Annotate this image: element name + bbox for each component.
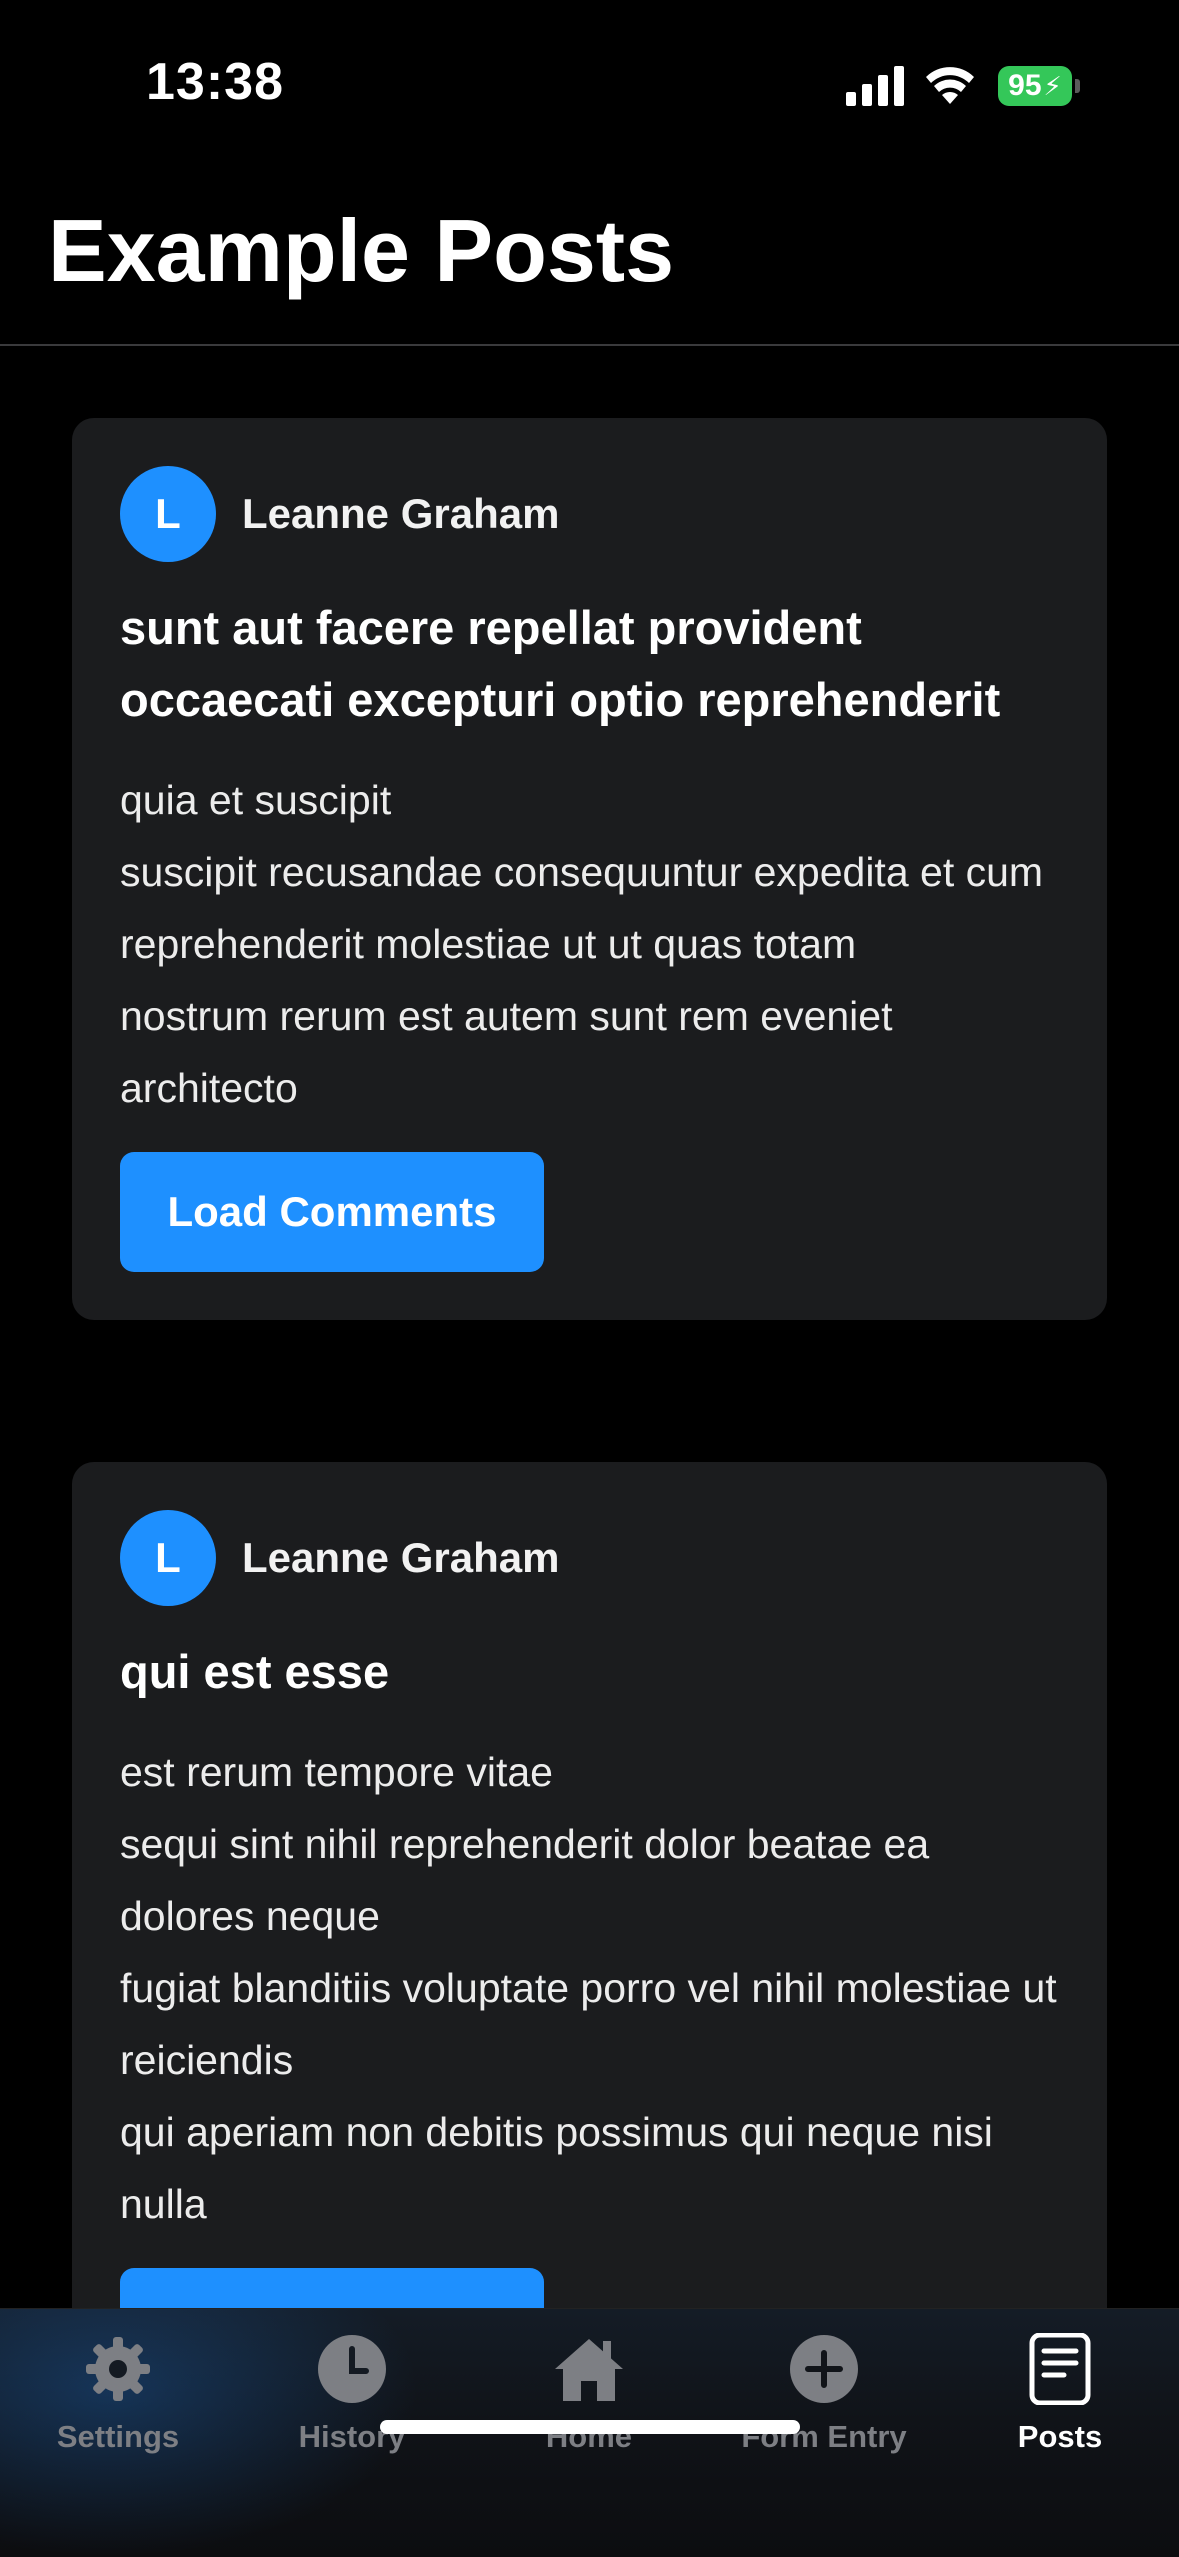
avatar: L <box>120 466 216 562</box>
house-icon <box>553 2333 625 2405</box>
battery-body: 95 ⚡ <box>998 66 1072 106</box>
post-card: L Leanne Graham sunt aut facere repellat… <box>72 418 1107 1320</box>
post-header: L Leanne Graham <box>120 1510 1059 1606</box>
avatar: L <box>120 1510 216 1606</box>
post-body-line: quia et suscipit <box>120 777 392 823</box>
clock-icon <box>316 2333 388 2405</box>
load-comments-button[interactable]: Load Comments <box>120 1152 544 1272</box>
post-card: L Leanne Graham qui est esse est rerum t… <box>72 1462 1107 2308</box>
charging-bolt-icon: ⚡ <box>1043 70 1062 101</box>
post-title: qui est esse <box>120 1645 390 1698</box>
battery-percent: 95 <box>1008 69 1042 102</box>
tab-history[interactable]: History <box>234 2333 470 2483</box>
home-indicator[interactable] <box>380 2420 800 2434</box>
tab-home[interactable]: Home <box>471 2333 707 2483</box>
post-body-line: sequi sint nihil reprehenderit dolor bea… <box>120 1821 930 1939</box>
post-body: est rerum tempore vitae sequi sint nihil… <box>120 1736 1059 2240</box>
post-body-line: reprehenderit molestiae ut ut quas totam <box>120 921 857 967</box>
post-header: L Leanne Graham <box>120 466 1059 562</box>
status-bar: 13:38 95 ⚡ <box>0 0 1179 170</box>
tab-form-entry[interactable]: Form Entry <box>706 2333 942 2483</box>
battery-indicator: 95 ⚡ <box>998 66 1080 106</box>
load-comments-button[interactable]: Load Comments <box>120 2268 544 2308</box>
post-body-line: nostrum rerum est autem sunt rem eveniet… <box>120 993 893 1111</box>
author-name: Leanne Graham <box>242 1534 560 1581</box>
page-title: Example Posts <box>48 201 675 300</box>
plus-circle-icon <box>788 2333 860 2405</box>
wifi-icon <box>926 67 974 104</box>
post-body-line: suscipit recusandae consequuntur expedit… <box>120 849 1044 895</box>
tab-label: Posts <box>1017 2419 1103 2454</box>
post-body-line: qui aperiam non debitis possimus qui neq… <box>120 2109 993 2227</box>
tab-posts[interactable]: Posts <box>942 2333 1178 2483</box>
gear-icon <box>82 2333 154 2405</box>
status-time: 13:38 <box>146 53 284 111</box>
post-title: sunt aut facere repellat provident occae… <box>120 601 1001 726</box>
author-name: Leanne Graham <box>242 490 560 537</box>
cellular-signal-icon <box>846 66 904 106</box>
document-icon <box>1024 2333 1096 2405</box>
post-body-line: fugiat blanditiis voluptate porro vel ni… <box>120 1965 1057 2083</box>
posts-feed[interactable]: L Leanne Graham sunt aut facere repellat… <box>0 346 1179 2308</box>
post-body: quia et suscipit suscipit recusandae con… <box>120 764 1059 1124</box>
tab-label: Settings <box>56 2419 180 2454</box>
battery-cap <box>1075 79 1080 93</box>
post-body-line: est rerum tempore vitae <box>120 1749 553 1795</box>
tab-settings[interactable]: Settings <box>0 2333 236 2483</box>
